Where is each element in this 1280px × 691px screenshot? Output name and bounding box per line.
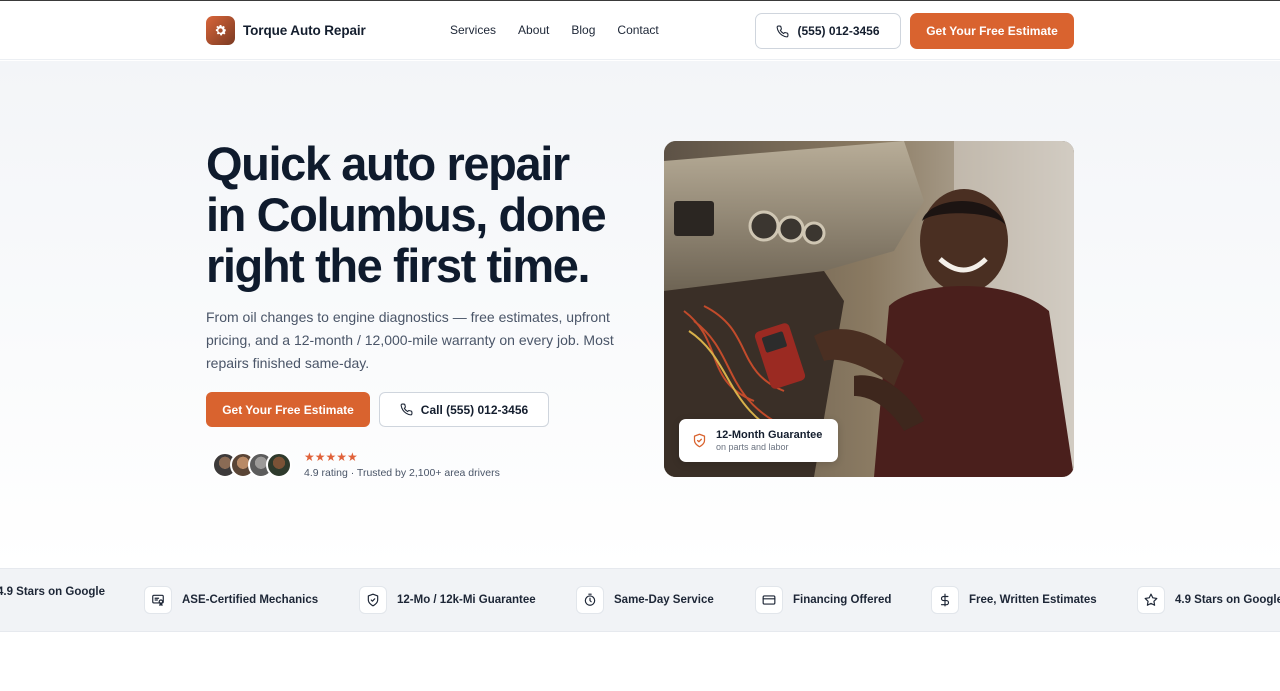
hero-headline: Quick auto repair in Columbus, done righ…: [206, 138, 636, 291]
top-navigation: Torque Auto Repair Services About Blog C…: [0, 1, 1280, 60]
trust-item-guarantee: 12-Mo / 12k-Mi Guarantee: [359, 586, 536, 614]
dollar-icon: [931, 586, 959, 614]
hero-call-button[interactable]: Call (555) 012-3456: [379, 392, 549, 427]
trust-item-label: Free, Written Estimates: [969, 594, 1097, 606]
nav-link-contact[interactable]: Contact: [617, 23, 658, 37]
phone-icon: [777, 25, 789, 37]
avatar: [266, 452, 292, 478]
trust-item-label: 12-Mo / 12k-Mi Guarantee: [397, 594, 536, 606]
nav-links: Services About Blog Contact: [450, 23, 659, 37]
shield-check-icon: [693, 433, 706, 448]
trust-item-estimates: Free, Written Estimates: [931, 586, 1097, 614]
trust-item-financing: Financing Offered: [755, 586, 891, 614]
shield-icon: [359, 586, 387, 614]
trust-strip: 4.9 Stars on Google ASE-Certified Mechan…: [0, 568, 1280, 632]
credit-card-icon: [755, 586, 783, 614]
trust-item-google-rating: 4.9 Stars on Google: [0, 586, 105, 598]
avatar-group: [212, 452, 292, 478]
rating-block: ★★★★★ 4.9 rating · Trusted by 2,100+ are…: [212, 451, 500, 479]
phone-icon: [400, 403, 413, 416]
page: Torque Auto Repair Services About Blog C…: [0, 0, 1280, 691]
certificate-icon: [144, 586, 172, 614]
headline-line-1: Quick auto repair: [206, 137, 570, 190]
star-icon: [1137, 586, 1165, 614]
trust-item-label: Financing Offered: [793, 594, 892, 606]
hero-estimate-button[interactable]: Get Your Free Estimate: [206, 392, 370, 427]
brand-name: Torque Auto Repair: [243, 23, 366, 38]
headline-line-2: in Columbus, done: [206, 188, 607, 241]
trust-item-label: ASE-Certified Mechanics: [182, 594, 319, 606]
star-rating-icon: ★★★★★: [304, 450, 358, 464]
nav-estimate-button[interactable]: Get Your Free Estimate: [910, 13, 1074, 49]
guarantee-subtitle: on parts and labor: [716, 442, 789, 452]
rating-caption: 4.9 rating · Trusted by 2,100+ area driv…: [304, 467, 500, 479]
logo[interactable]: Torque Auto Repair: [206, 16, 366, 45]
trust-item-google-rating: 4.9 Stars on Google: [1137, 586, 1280, 614]
hero-section: [0, 61, 1280, 568]
nav-phone-button[interactable]: (555) 012-3456: [755, 13, 901, 49]
trust-item-label: Same-Day Service: [614, 594, 714, 606]
guarantee-badge: 12-Month Guarantee on parts and labor: [679, 419, 838, 462]
nav-phone-label: (555) 012-3456: [797, 24, 880, 38]
trust-item-label: 4.9 Stars on Google: [0, 586, 105, 598]
hero-subtext: From oil changes to engine diagnostics —…: [206, 309, 614, 371]
nav-link-about[interactable]: About: [518, 23, 549, 37]
guarantee-title: 12-Month Guarantee: [716, 429, 823, 441]
nav-link-services[interactable]: Services: [450, 23, 496, 37]
stopwatch-icon: [576, 586, 604, 614]
trust-item-label: 4.9 Stars on Google: [1175, 594, 1280, 606]
headline-line-3: right the first time.: [206, 239, 591, 292]
trust-item-same-day: Same-Day Service: [576, 586, 714, 614]
hero-call-label: Call (555) 012-3456: [420, 402, 529, 417]
gear-icon: [206, 16, 235, 45]
rating-text: ★★★★★ 4.9 rating · Trusted by 2,100+ are…: [304, 450, 500, 480]
trust-item-ase: ASE-Certified Mechanics: [144, 586, 318, 614]
nav-link-blog[interactable]: Blog: [571, 23, 595, 37]
